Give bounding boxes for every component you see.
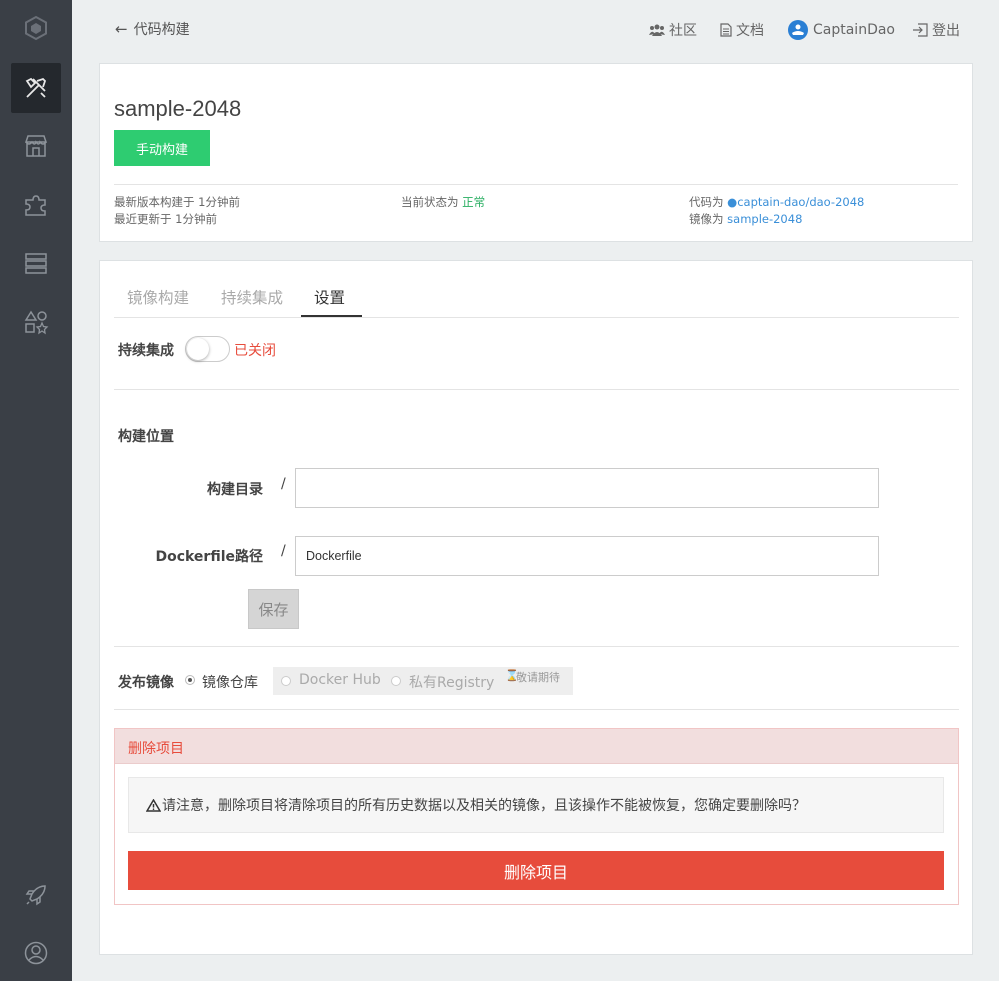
radio-label-private-registry: 私有Registry [409,675,495,691]
document-icon [720,23,732,37]
ci-toggle[interactable] [185,336,230,362]
docs-link[interactable]: 文档 [720,20,764,40]
tab-ci[interactable]: 持续集成 [221,286,283,308]
ci-label: 持续集成 [118,343,174,359]
tab-settings[interactable]: 设置 [314,286,345,308]
publish-label: 发布镜像 [118,675,174,691]
build-dir-input[interactable] [295,468,879,508]
header-divider [114,184,958,185]
danger-panel-title: 删除项目 [115,729,958,764]
code-prefix: 代码为 [689,195,724,209]
divider [114,709,959,710]
radio-label-image-registry: 镜像仓库 [202,675,258,691]
build-tools-icon[interactable] [11,63,61,113]
delete-project-panel: 删除项目 请注意，删除项目将清除项目的所有历史数据以及相关的镜像，且该操作不能被… [114,728,959,905]
user-icon[interactable] [11,928,61,978]
radio-docker-hub [281,676,291,686]
project-title: sample-2048 [114,96,242,121]
warning-text: 请注意，删除项目将清除项目的所有历史数据以及相关的镜像，且该操作不能被恢复，您确… [162,798,806,814]
radio-label-docker-hub: Docker Hub [299,672,381,688]
avatar [788,20,808,40]
sign-out-icon [913,23,928,37]
divider [114,646,959,647]
radio-image-registry[interactable] [185,675,195,685]
server-icon[interactable] [11,238,61,288]
toggle-knob [187,338,209,360]
logo-icon[interactable] [11,3,61,53]
build-dir-label: 构建目录 [207,482,263,498]
build-times: 最新版本构建于 1分钟前 最近更新于 1分钟前 [114,194,240,228]
status-badge: 正常 [462,195,486,209]
warning-box: 请注意，删除项目将清除项目的所有历史数据以及相关的镜像，且该操作不能被恢复，您确… [128,777,944,833]
project-header-card: sample-2048 手动构建 最新版本构建于 1分钟前 最近更新于 1分钟前… [99,63,973,242]
last-update-text: 最近更新于 1分钟前 [114,212,217,226]
image-prefix: 镜像为 [689,212,724,226]
topbar: ← 代码构建 社区 文档 CaptainDao 登出 [72,0,999,60]
store-icon[interactable] [11,121,61,171]
docs-label: 文档 [736,23,764,39]
ci-state: 已关闭 [234,343,276,359]
shapes-icon[interactable] [11,297,61,347]
rocket-icon[interactable] [11,870,61,920]
logout-label: 登出 [932,23,960,39]
back-label: 代码构建 [133,22,190,38]
tab-bar: 镜像构建 持续集成 设置 [114,261,959,318]
active-tab-indicator [301,315,362,317]
github-icon: ● [727,195,738,209]
latest-build-text: 最新版本构建于 1分钟前 [114,195,240,209]
coming-soon-label: 敬请期待 [516,671,560,684]
puzzle-icon[interactable] [11,180,61,230]
sidebar [0,0,72,981]
status-prefix: 当前状态为 [401,195,459,209]
username: CaptainDao [813,22,895,38]
disabled-publish-options: Docker Hub 私有Registry ⌛ 敬请期待 [273,667,573,695]
user-menu[interactable]: CaptainDao [788,20,895,40]
build-dir-slash: / [281,476,286,492]
logout-link[interactable]: 登出 [912,20,960,40]
warning-icon [146,798,161,812]
divider [114,389,959,390]
arrow-left-icon: ← [115,20,128,38]
dockerfile-input[interactable] [295,536,879,576]
dockerfile-slash: / [281,543,286,559]
manual-build-button[interactable]: 手动构建 [114,130,210,166]
save-button[interactable]: 保存 [248,589,299,629]
status-info: 当前状态为 正常 [401,194,485,211]
radio-private-registry [391,676,401,686]
community-link[interactable]: 社区 [649,20,697,40]
project-settings-card: 镜像构建 持续集成 设置 持续集成 已关闭 构建位置 构建目录 / Docker… [99,260,973,955]
delete-project-button[interactable]: 删除项目 [128,851,944,890]
users-icon [649,24,665,36]
code-repo-link[interactable]: captain-dao/dao-2048 [737,195,864,209]
back-link[interactable]: ← 代码构建 [115,19,190,39]
repo-info: 代码为 ●captain-dao/dao-2048 镜像为 sample-204… [689,194,864,228]
tab-image-build[interactable]: 镜像构建 [127,286,189,308]
image-link[interactable]: sample-2048 [727,212,802,226]
build-location-title: 构建位置 [118,429,174,445]
dockerfile-label: Dockerfile路径 [155,549,263,565]
community-label: 社区 [669,23,697,39]
